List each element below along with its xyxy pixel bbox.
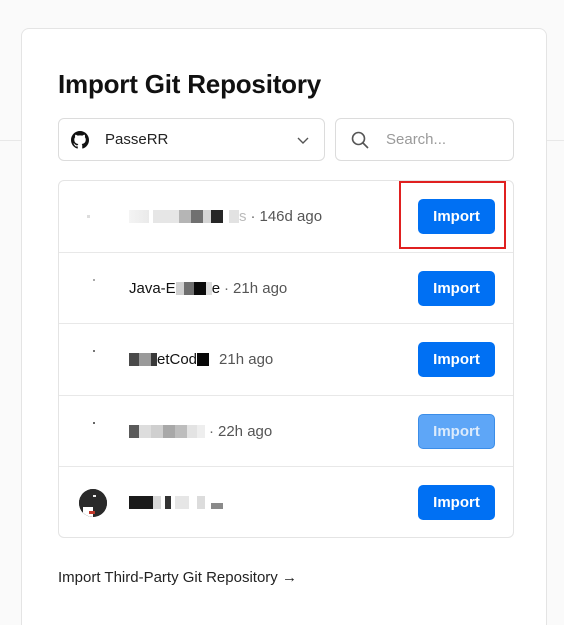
search-icon (350, 130, 370, 150)
import-card: Import Git Repository PasseRR Search... … (21, 28, 547, 625)
import-button[interactable]: Import (418, 270, 495, 306)
redacted-text (197, 424, 205, 438)
owner-select[interactable]: PasseRR (58, 118, 325, 161)
avatar (79, 203, 107, 231)
redacted-text (211, 210, 223, 223)
redacted-text (129, 424, 139, 438)
redacted-text (129, 496, 153, 509)
avatar (79, 346, 107, 374)
redacted-text (163, 424, 175, 438)
redacted-text (175, 424, 187, 438)
avatar (79, 489, 107, 517)
redacted-text (153, 496, 161, 509)
redacted-text (175, 496, 189, 509)
github-icon (71, 130, 89, 149)
repo-name-visible: Java-E (129, 279, 176, 297)
redacted-text (211, 502, 223, 509)
list-item: Java-E e · 21h ago Import (59, 253, 513, 324)
import-button-disabled[interactable]: Import (418, 413, 495, 449)
redacted-text (151, 424, 163, 438)
redacted-text (175, 281, 184, 295)
search-input[interactable] (384, 130, 508, 149)
avatar-image (79, 489, 107, 517)
owner-select-value: PasseRR (105, 131, 169, 148)
redacted-text (179, 210, 191, 223)
repo-name: s · 146d ago (129, 181, 322, 252)
list-item: · 22h ago Import (59, 396, 513, 467)
list-item: Import (59, 467, 513, 537)
separator: · (209, 422, 214, 440)
redacted-text (203, 210, 211, 223)
redacted-text (139, 424, 151, 438)
list-item: etCod 21h ago Import (59, 324, 513, 396)
repo-name-visible: etCod (157, 351, 198, 368)
avatar (79, 275, 107, 303)
repo-name (129, 467, 223, 537)
redacted-text (229, 210, 239, 223)
separator: · (250, 208, 256, 225)
redacted-text (165, 496, 171, 509)
list-item: s · 146d ago Import (59, 181, 513, 253)
redacted-text (183, 281, 194, 295)
page-title: Import Git Repository (58, 69, 322, 99)
repo-name: · 22h ago (129, 396, 272, 467)
repo-name-visible-suffix: e (211, 279, 221, 297)
search-box[interactable] (335, 118, 514, 161)
redacted-text (129, 353, 139, 366)
redacted-text (197, 496, 205, 509)
separator: · (224, 279, 230, 297)
redacted-text (153, 210, 179, 223)
repo-updated: 22h ago (218, 422, 273, 440)
page: Import Git Repository PasseRR Search... … (0, 0, 564, 625)
import-third-party-link[interactable]: Import Third-Party Git Repository → (58, 569, 297, 586)
redacted-text (197, 353, 210, 366)
repo-updated: 21h ago (219, 351, 274, 368)
import-button[interactable]: Import (418, 342, 495, 377)
repo-name: etCod 21h ago (129, 324, 273, 395)
repo-name-visible: s (239, 208, 247, 225)
redacted-text (191, 210, 203, 223)
redacted-text (187, 424, 197, 438)
repo-list: s · 146d ago Import Java-E e · 21h ago I… (58, 180, 514, 538)
import-button[interactable]: Import (418, 485, 495, 520)
redacted-text (139, 353, 151, 366)
avatar (79, 418, 107, 446)
repo-updated: 21h ago (233, 279, 288, 297)
redacted-text (193, 281, 206, 295)
repo-name: Java-E e · 21h ago (129, 253, 287, 324)
repo-updated: 146d ago (259, 208, 323, 225)
import-button[interactable]: Import (418, 199, 495, 234)
chevron-down-icon (296, 133, 310, 147)
redacted-text (129, 210, 149, 223)
